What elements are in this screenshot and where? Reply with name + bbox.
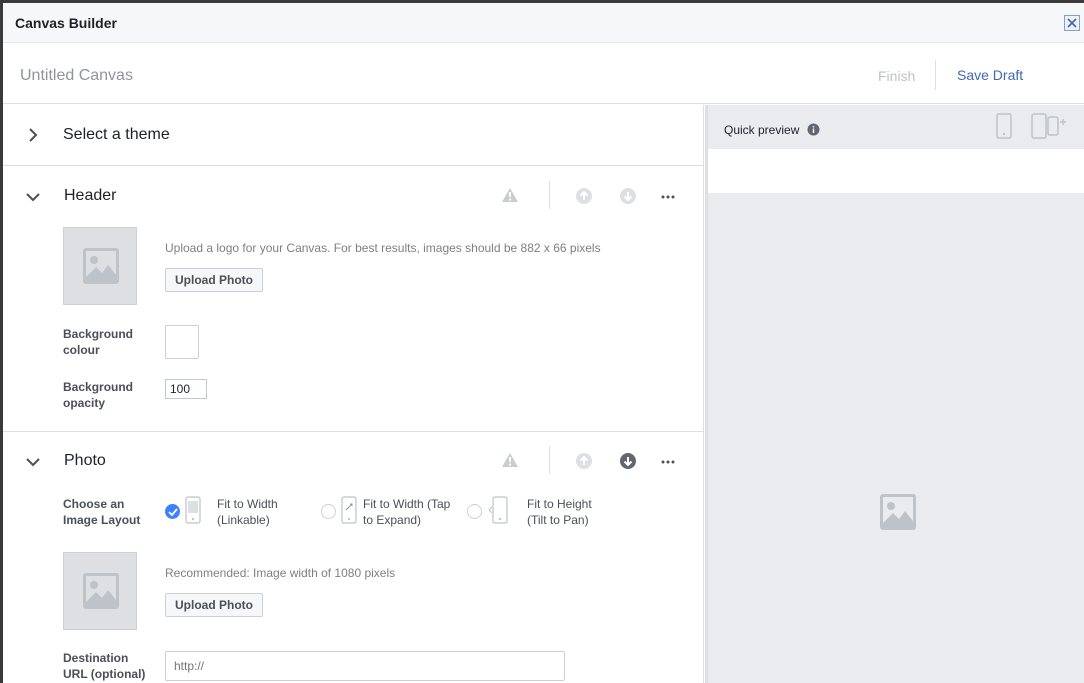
phone-icon[interactable] <box>996 113 1012 139</box>
background-opacity-label-line1: Background <box>63 380 134 394</box>
warning-icon <box>502 453 518 467</box>
move-down-icon[interactable] <box>619 187 637 205</box>
toolbar-divider <box>935 60 936 90</box>
header-section-head: Header <box>3 167 703 227</box>
background-colour-label: Background colour <box>63 326 133 358</box>
background-colour-swatch[interactable] <box>165 325 199 359</box>
finish-button[interactable]: Finish <box>878 68 915 84</box>
layout-option-fit-width-tap-expand[interactable]: Fit to Width (Tap to Expand) <box>321 496 461 530</box>
layout-option-label-line1: Fit to Height <box>527 497 592 511</box>
component-editor-panel: Select a theme Header Upload a logo for … <box>3 105 704 683</box>
layout-option-fit-width-linkable[interactable]: Fit to Width (Linkable) <box>165 496 305 530</box>
move-up-icon[interactable] <box>575 187 593 205</box>
quick-preview-title: Quick preview <box>724 123 800 137</box>
select-theme-row[interactable]: Select a theme <box>3 105 703 166</box>
background-opacity-label: Background opacity <box>63 379 133 411</box>
layout-radio[interactable] <box>467 504 482 519</box>
header-section-title: Header <box>64 187 117 204</box>
layout-radio-selected[interactable] <box>165 504 180 519</box>
destination-url-label: Destination URL (optional) <box>63 650 145 682</box>
destination-url-input[interactable] <box>165 651 565 681</box>
image-layout-label-line1: Choose an <box>63 497 125 511</box>
phone-icon <box>341 496 357 524</box>
quick-preview-header: Quick preview <box>708 105 1084 149</box>
photo-thumbnail <box>63 552 137 630</box>
destination-url-label-line1: Destination <box>63 651 129 665</box>
image-layout-label: Choose an Image Layout <box>63 496 140 528</box>
phone-plus-icon[interactable] <box>1031 113 1069 139</box>
background-colour-label-line1: Background <box>63 327 134 341</box>
layout-option-label: Fit to Height (Tilt to Pan) <box>527 496 592 528</box>
close-button[interactable] <box>1064 15 1080 31</box>
preview-header-strip <box>708 149 1084 193</box>
title-bar: Canvas Builder <box>3 3 1084 43</box>
photo-upload-hint: Recommended: Image width of 1080 pixels <box>165 566 396 580</box>
more-icon[interactable] <box>661 460 675 464</box>
chevron-down-icon[interactable] <box>25 456 41 468</box>
quick-preview-panel: Quick preview <box>705 105 1084 683</box>
destination-url-label-line2: URL (optional) <box>63 667 146 681</box>
layout-option-label-line2: to Expand) <box>363 513 422 527</box>
layout-option-fit-height-tilt-pan[interactable]: Fit to Height (Tilt to Pan) <box>467 496 607 530</box>
phone-icon <box>488 496 508 524</box>
warning-icon <box>502 188 518 202</box>
check-icon <box>168 508 178 516</box>
photo-section-head: Photo <box>3 432 703 492</box>
chevron-right-icon <box>29 128 38 142</box>
header-upload-hint: Upload a logo for your Canvas. For best … <box>165 241 601 255</box>
save-draft-button[interactable]: Save Draft <box>957 67 1023 83</box>
canvas-builder-window: Canvas Builder Untitled Canvas Finish Sa… <box>3 3 1084 683</box>
image-layout-label-line2: Image Layout <box>63 513 141 527</box>
image-placeholder-icon <box>83 573 119 609</box>
header-logo-thumbnail <box>63 227 137 305</box>
layout-option-label: Fit to Width (Tap to Expand) <box>363 496 450 528</box>
section-head-divider <box>549 181 550 209</box>
canvas-name-field[interactable]: Untitled Canvas <box>20 67 133 85</box>
image-placeholder-icon <box>83 248 119 284</box>
phone-icon <box>185 496 201 524</box>
move-down-icon[interactable] <box>619 452 637 470</box>
info-icon[interactable] <box>807 123 820 136</box>
photo-upload-photo-button[interactable]: Upload Photo <box>165 593 263 617</box>
layout-option-label: Fit to Width (Linkable) <box>217 496 278 528</box>
section-head-divider <box>549 446 550 474</box>
layout-radio[interactable] <box>321 504 336 519</box>
photo-section-title: Photo <box>64 452 106 469</box>
image-placeholder-icon <box>880 494 916 530</box>
background-opacity-input[interactable] <box>165 379 207 399</box>
background-opacity-label-line2: opacity <box>63 396 106 410</box>
close-icon <box>1067 18 1077 28</box>
chevron-down-icon[interactable] <box>25 191 41 203</box>
select-theme-label: Select a theme <box>63 126 170 143</box>
background-colour-label-line2: colour <box>63 343 100 357</box>
layout-option-label-line2: (Tilt to Pan) <box>527 513 589 527</box>
layout-option-label-line1: Fit to Width <box>217 497 278 511</box>
header-upload-photo-button[interactable]: Upload Photo <box>165 268 263 292</box>
more-icon[interactable] <box>661 195 675 199</box>
move-up-icon[interactable] <box>575 452 593 470</box>
window-title: Canvas Builder <box>15 15 117 31</box>
layout-option-label-line1: Fit to Width (Tap <box>363 497 451 511</box>
canvas-name-bar: Untitled Canvas Finish Save Draft <box>3 44 1084 104</box>
layout-option-label-line2: (Linkable) <box>217 513 270 527</box>
